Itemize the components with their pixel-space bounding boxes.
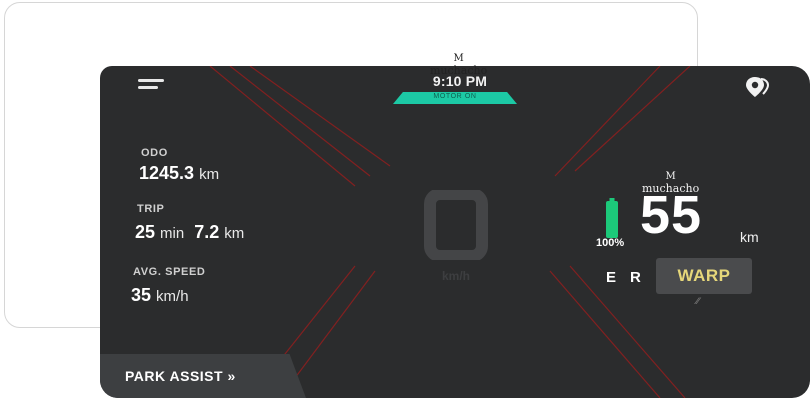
avg-speed-value-row: 35 km/h	[131, 285, 189, 306]
brand-logo-mark: ⁄⁄	[696, 296, 700, 306]
trip-duration-value: 25	[135, 222, 156, 242]
speedometer-digit-zero	[424, 190, 488, 260]
speedometer-unit: km/h	[441, 269, 470, 283]
dashboard-screen: 9:10 PM MOTOR ON ODO 1245.3 km TRIP 25 m…	[100, 66, 810, 398]
odo-unit: km	[199, 166, 220, 183]
motor-status-label: MOTOR ON	[433, 93, 477, 100]
avg-speed-value: 35	[131, 285, 152, 305]
avg-speed-unit: km/h	[156, 288, 189, 305]
odo-value: 1245.3	[139, 163, 195, 183]
hamburger-menu-icon[interactable]	[138, 78, 164, 94]
trip-value-row: 25 min 7.2 km	[135, 222, 244, 243]
watermark-letter-right: M	[665, 171, 676, 182]
trip-label: TRIP	[137, 203, 165, 215]
motor-status-indicator: MOTOR ON	[393, 92, 517, 104]
watermark-letter-top: M	[453, 53, 464, 64]
trip-distance-unit: km	[224, 225, 245, 242]
mode-e[interactable]: E	[606, 269, 616, 286]
mode-warp-button[interactable]: WARP	[656, 258, 752, 294]
odo-label: ODO	[141, 147, 168, 159]
watermark-top: M muchacho	[430, 53, 488, 78]
park-assist-label: PARK ASSIST »	[125, 368, 236, 384]
watermark-right: M muchacho	[642, 171, 700, 196]
range-unit: km	[740, 229, 759, 245]
trip-duration-unit: min	[160, 225, 185, 242]
watermark-text-right: muchacho	[642, 182, 700, 195]
battery-icon	[606, 198, 618, 238]
avg-speed-label: AVG. SPEED	[133, 266, 206, 278]
location-pin-icon[interactable]	[744, 76, 770, 98]
park-assist-button[interactable]: PARK ASSIST »	[100, 354, 306, 398]
mode-r[interactable]: R	[630, 269, 641, 286]
trip-distance-value: 7.2	[194, 222, 220, 242]
odo-value-row: 1245.3 km	[139, 163, 219, 184]
watermark-text-top: muchacho	[430, 64, 488, 77]
battery-percent: 100%	[596, 237, 625, 249]
